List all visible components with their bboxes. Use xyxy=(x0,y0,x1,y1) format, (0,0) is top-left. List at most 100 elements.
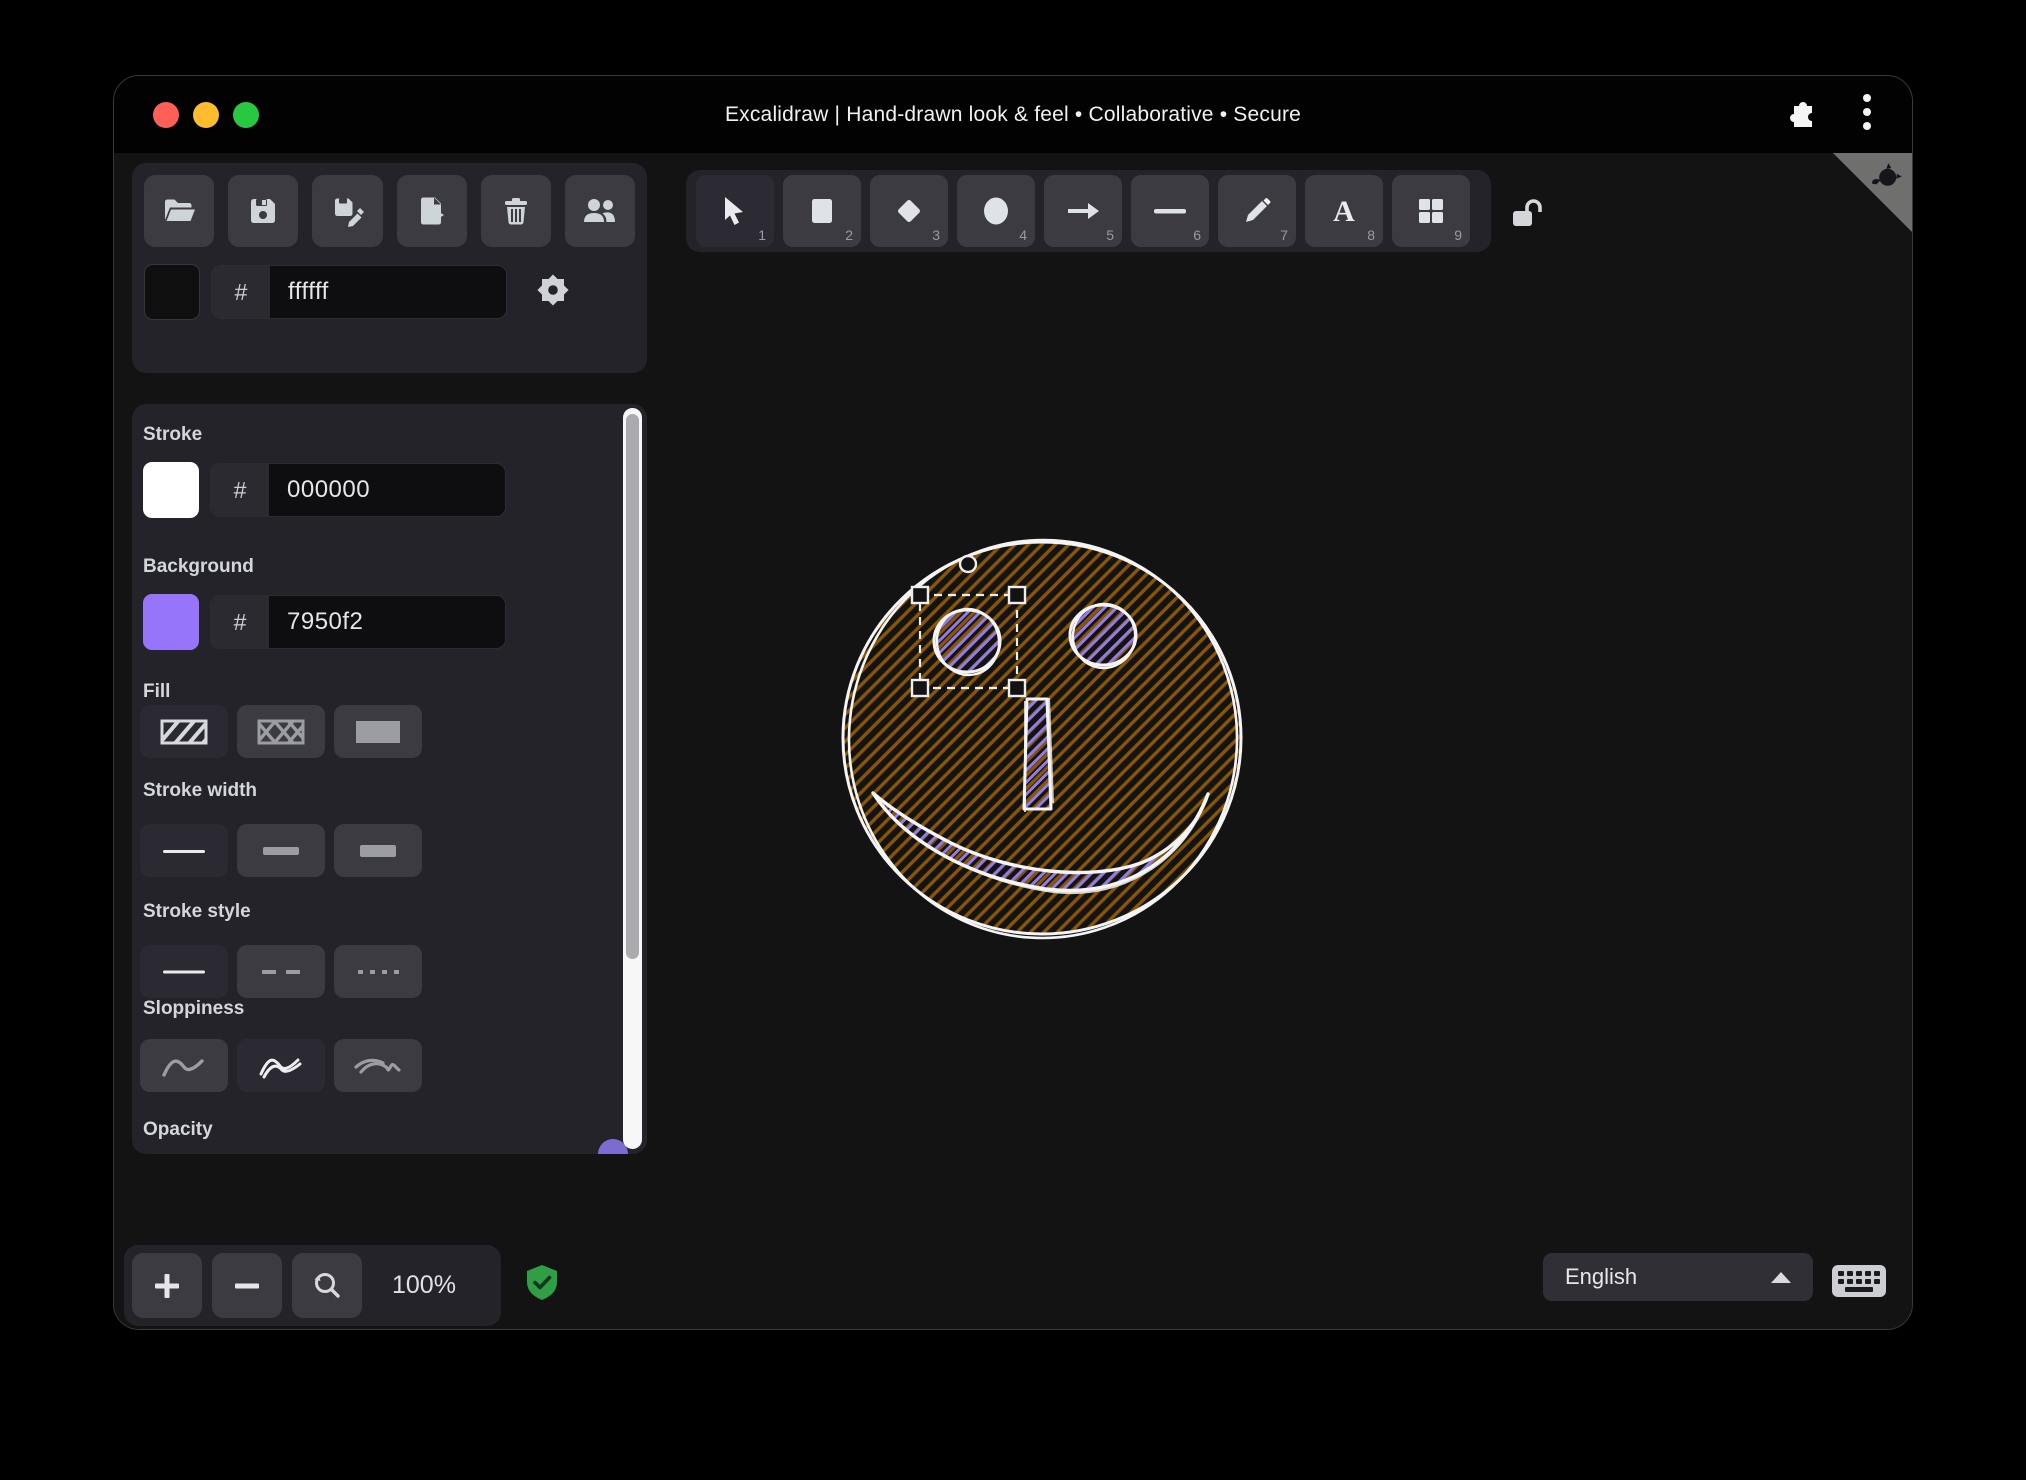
canvas-bg-color-input[interactable]: ffffff xyxy=(270,266,506,318)
stroke-width-extra-bold-button[interactable] xyxy=(334,824,422,877)
stroke-label: Stroke xyxy=(143,424,203,445)
language-select[interactable]: English xyxy=(1543,1253,1813,1301)
clear-canvas-button[interactable] xyxy=(480,175,551,247)
sloppiness-artist-button[interactable] xyxy=(237,1039,325,1092)
puzzle-extension-icon[interactable] xyxy=(1788,97,1818,132)
stroke-width-thin-button[interactable] xyxy=(140,824,228,877)
resize-handle-nw xyxy=(910,585,930,605)
background-hash-prefix: # xyxy=(211,596,269,648)
open-folder-icon xyxy=(165,199,196,221)
selection-cursor-icon xyxy=(725,197,743,225)
extra-bold-line-icon xyxy=(360,844,396,857)
github-corner-link[interactable] xyxy=(1833,153,1912,239)
menu-island: # ffffff xyxy=(132,163,647,373)
diamond-icon xyxy=(898,200,920,222)
opacity-label: Opacity xyxy=(143,1119,213,1140)
keyboard-shortcuts-button[interactable] xyxy=(1831,1263,1887,1304)
export-button[interactable] xyxy=(396,175,467,247)
resize-handle-sw xyxy=(910,678,930,698)
thin-line-icon xyxy=(163,849,205,853)
hachure-icon xyxy=(160,719,208,744)
background-color-input[interactable]: 7950f2 xyxy=(269,596,505,648)
arrow-icon xyxy=(1068,203,1099,219)
stroke-style-dotted-button[interactable] xyxy=(334,945,422,998)
panel-scrollbar-thumb[interactable] xyxy=(626,414,639,959)
app-window: Excalidraw | Hand-drawn look & feel • Co… xyxy=(113,75,1913,1330)
language-value: English xyxy=(1565,1264,1638,1289)
encryption-shield-icon[interactable] xyxy=(524,1263,560,1308)
canvas-area[interactable]: # ffffff 1 2 3 4 5 6 7 A 8 9 Stroke # 00… xyxy=(114,153,1912,1329)
line-icon xyxy=(1154,209,1186,214)
zoom-in-button[interactable] xyxy=(132,1253,202,1318)
zoom-level[interactable]: 100% xyxy=(392,1271,456,1300)
smiley-face-drawing xyxy=(841,538,1243,940)
artist-squiggle-icon xyxy=(259,1058,302,1078)
save-as-icon xyxy=(335,198,365,227)
tool-ellipse[interactable]: 4 xyxy=(957,175,1035,247)
dotted-stroke-icon xyxy=(358,969,399,974)
collaboration-button[interactable] xyxy=(564,175,636,247)
tool-text[interactable]: A 8 xyxy=(1305,175,1383,247)
stroke-style-solid-button[interactable] xyxy=(140,945,228,998)
bold-line-icon xyxy=(263,846,299,855)
minus-icon xyxy=(235,1283,259,1288)
caret-up-icon xyxy=(1771,1271,1791,1283)
solid-fill-icon xyxy=(356,720,400,743)
desktop: Excalidraw | Hand-drawn look & feel • Co… xyxy=(0,0,2026,1480)
sloppiness-label: Sloppiness xyxy=(143,998,245,1019)
rotate-handle xyxy=(958,554,978,574)
save-button[interactable] xyxy=(228,175,299,247)
overflow-menu-icon[interactable] xyxy=(1862,93,1872,136)
stroke-color-input[interactable]: 000000 xyxy=(269,464,505,516)
fill-label: Fill xyxy=(143,681,171,702)
keyboard-icon xyxy=(1832,1265,1886,1297)
background-color-swatch[interactable] xyxy=(143,594,199,650)
stroke-hash-prefix: # xyxy=(211,464,269,516)
tool-diamond[interactable]: 3 xyxy=(870,175,948,247)
theme-toggle-sun-icon[interactable] xyxy=(533,270,573,315)
unlocked-padlock-icon xyxy=(1513,199,1542,226)
tool-rectangle[interactable]: 2 xyxy=(783,175,861,247)
window-title: Excalidraw | Hand-drawn look & feel • Co… xyxy=(724,103,1302,126)
save-as-button[interactable] xyxy=(312,175,383,247)
zoom-out-button[interactable] xyxy=(212,1253,282,1318)
keep-tool-active-lock[interactable] xyxy=(1510,197,1550,236)
svg-text:A: A xyxy=(1333,195,1355,227)
reset-zoom-button[interactable] xyxy=(292,1253,362,1318)
tool-selection[interactable]: 1 xyxy=(696,175,774,247)
stroke-width-bold-button[interactable] xyxy=(237,824,325,877)
fill-cross-hatch-button[interactable] xyxy=(237,705,325,758)
canvas-bg-hash-prefix: # xyxy=(212,266,270,318)
resize-handle-ne xyxy=(1007,585,1027,605)
cartoonist-squiggle-icon xyxy=(354,1058,401,1074)
tool-library[interactable]: 9 xyxy=(1392,175,1470,247)
reset-zoom-icon xyxy=(314,1272,340,1298)
sloppiness-architect-button[interactable] xyxy=(140,1039,228,1092)
ellipse-icon xyxy=(984,197,1008,225)
tool-draw[interactable]: 7 xyxy=(1218,175,1296,247)
titlebar: Excalidraw | Hand-drawn look & feel • Co… xyxy=(114,76,1912,153)
sloppiness-cartoonist-button[interactable] xyxy=(334,1039,422,1092)
dashed-stroke-icon xyxy=(262,969,300,974)
zoom-controls: 100% xyxy=(124,1245,501,1326)
tool-line[interactable]: 6 xyxy=(1131,175,1209,247)
rectangle-icon xyxy=(812,199,832,223)
cross-hatch-icon xyxy=(257,719,305,744)
save-icon xyxy=(251,199,276,223)
fill-solid-button[interactable] xyxy=(334,705,422,758)
resize-handle-se xyxy=(1007,678,1027,698)
stroke-color-swatch[interactable] xyxy=(143,462,199,518)
collaborators-icon xyxy=(583,199,615,222)
plus-icon xyxy=(155,1273,179,1298)
canvas-background-swatch[interactable] xyxy=(144,264,200,320)
tool-arrow[interactable]: 5 xyxy=(1044,175,1122,247)
fill-hachure-button[interactable] xyxy=(140,705,228,758)
stroke-style-dashed-button[interactable] xyxy=(237,945,325,998)
open-file-button[interactable] xyxy=(144,175,215,247)
export-file-icon xyxy=(420,197,444,225)
architect-squiggle-icon xyxy=(162,1058,204,1077)
pencil-icon xyxy=(1246,198,1271,222)
panel-scrollbar[interactable] xyxy=(623,408,642,1149)
trash-icon xyxy=(504,198,527,225)
shape-toolbar: 1 2 3 4 5 6 7 A 8 9 xyxy=(686,170,1491,252)
